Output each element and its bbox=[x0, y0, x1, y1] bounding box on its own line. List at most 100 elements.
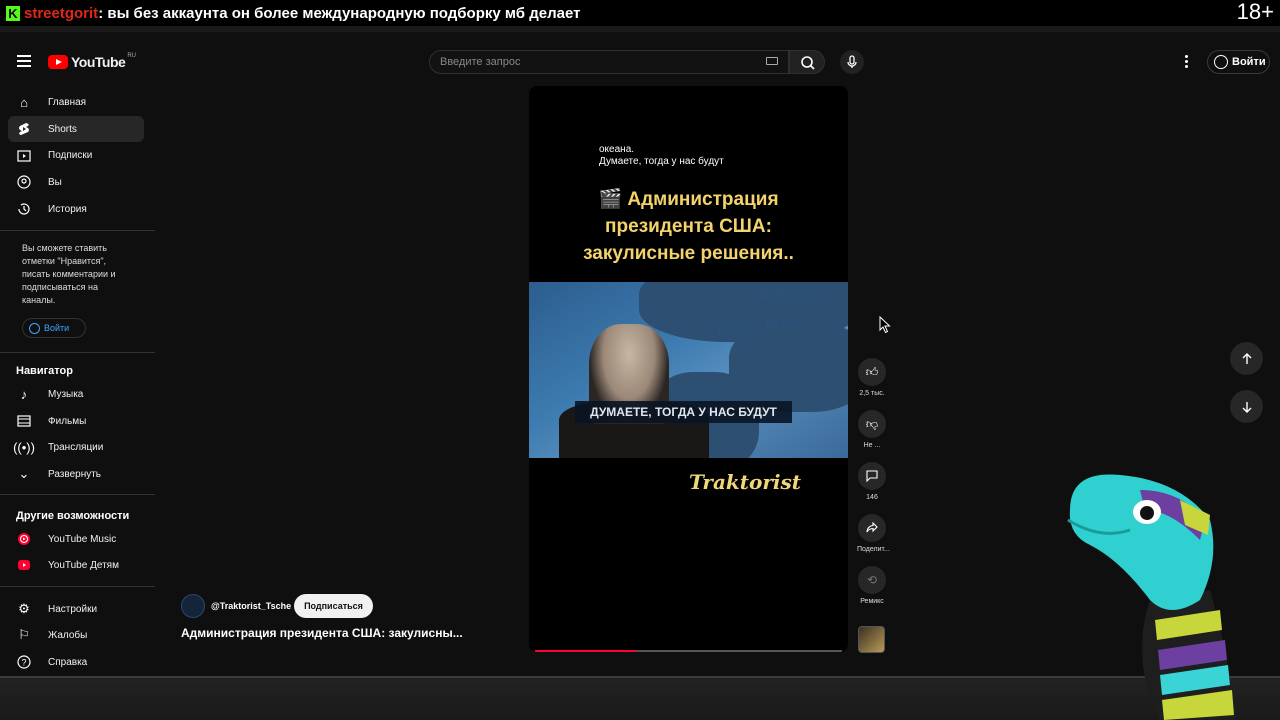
age-rating-badge: 18+ bbox=[1236, 0, 1274, 24]
sidebar-signin-button[interactable]: Войти bbox=[22, 318, 86, 338]
flag-icon: ⚐ bbox=[18, 627, 30, 642]
search-icon bbox=[801, 56, 815, 70]
chat-username: streetgorit bbox=[24, 4, 99, 22]
thumbs-down-icon: 👎︎ bbox=[858, 410, 886, 438]
home-icon: ⌂ bbox=[20, 94, 28, 110]
mouse-cursor-icon bbox=[879, 316, 891, 334]
sidebar-item-music[interactable]: ♪ Музыка bbox=[8, 381, 144, 407]
dislike-label: Не ... bbox=[863, 442, 881, 449]
channel-avatar[interactable] bbox=[181, 594, 205, 618]
menu-icon[interactable] bbox=[12, 52, 36, 72]
share-button[interactable]: Поделит... bbox=[857, 514, 890, 553]
voice-search-button[interactable] bbox=[840, 50, 864, 74]
sidebar-item-youtube-kids[interactable]: YouTube Детям bbox=[8, 552, 144, 578]
sidebar-item-shorts[interactable]: Shorts bbox=[8, 116, 144, 142]
map-label: IRAQ bbox=[717, 322, 752, 338]
sidebar-item-label: История bbox=[48, 203, 87, 215]
sidebar-item-settings[interactable]: ⚙ Настройки bbox=[8, 596, 144, 622]
remix-button[interactable]: ⟲ Ремикс bbox=[857, 566, 887, 605]
search-box bbox=[429, 50, 789, 74]
video-frame: EURASIA IRAQ IRAN AFRICA ДУМАЕТЕ, ТОГДА … bbox=[529, 282, 848, 458]
comments-count: 146 bbox=[866, 494, 878, 501]
youtube-play-icon bbox=[48, 55, 68, 69]
sidebar-item-report[interactable]: ⚐ Жалобы bbox=[8, 622, 144, 648]
map-label: IRAN bbox=[765, 316, 800, 332]
youtube-kids-icon bbox=[16, 557, 32, 573]
share-label: Поделит... bbox=[857, 546, 890, 553]
remix-icon: ⟲ bbox=[858, 566, 886, 594]
sidebar-item-label: Развернуть bbox=[48, 468, 102, 480]
chat-message: : вы без аккаунта он более международную… bbox=[98, 4, 581, 22]
sidebar-item-label: Трансляции bbox=[48, 441, 104, 453]
sidebar-item-label: Фильмы bbox=[48, 415, 87, 427]
logo-wordmark: YouTube bbox=[71, 54, 126, 70]
signin-label: Войти bbox=[1232, 56, 1266, 68]
arrow-up-icon bbox=[1242, 352, 1251, 364]
gear-icon: ⚙ bbox=[18, 601, 30, 616]
screen: K streetgorit : вы без аккаунта он более… bbox=[0, 0, 1280, 720]
sidebar-item-subscriptions[interactable]: Подписки bbox=[8, 142, 144, 168]
video-caption: океана. Думаете, тогда у нас будут bbox=[599, 144, 724, 168]
sidebar-item-label: Справка bbox=[48, 656, 88, 668]
headline-line: 🎬 Администрация bbox=[598, 189, 779, 210]
sidebar-item-label: Подписки bbox=[48, 149, 93, 161]
sidebar-item-history[interactable]: История bbox=[8, 196, 144, 222]
region-label: RU bbox=[127, 53, 136, 59]
sidebar-item-live[interactable]: ((•)) Трансляции bbox=[8, 434, 144, 460]
channel-name[interactable]: @Traktorist_Tsche bbox=[211, 601, 291, 611]
account-icon bbox=[1214, 55, 1228, 69]
sidebar-signin-label: Войти bbox=[44, 323, 70, 333]
sidebar-item-label: Главная bbox=[48, 96, 87, 108]
keyboard-icon[interactable] bbox=[766, 57, 778, 65]
search-button[interactable] bbox=[789, 50, 825, 74]
stream-chat-overlay: K streetgorit : вы без аккаунта он более… bbox=[0, 0, 1280, 26]
subscribe-button[interactable]: Подписаться bbox=[294, 594, 373, 618]
you-icon bbox=[16, 174, 32, 190]
like-count: 2,5 тыс. bbox=[859, 390, 885, 397]
sidebar-item-label: YouTube Детям bbox=[48, 559, 119, 571]
sidebar-item-label: Жалобы bbox=[48, 629, 88, 641]
sidebar-item-label: Музыка bbox=[48, 388, 84, 400]
sidebar-item-expand[interactable]: ⌄ Развернуть bbox=[8, 461, 144, 487]
account-icon bbox=[29, 322, 40, 334]
youtube-logo[interactable]: YouTube RU bbox=[48, 53, 136, 70]
map-label: EURASIA bbox=[759, 286, 823, 302]
svg-text:?: ? bbox=[21, 658, 26, 668]
microphone-icon bbox=[847, 55, 857, 68]
like-button[interactable]: 👍︎ 2,5 тыс. bbox=[857, 358, 887, 397]
sidebar-divider bbox=[0, 352, 155, 353]
settings-more-icon[interactable] bbox=[1184, 54, 1190, 70]
sound-thumbnail[interactable] bbox=[858, 626, 885, 653]
sidebar-item-you[interactable]: Вы bbox=[8, 169, 144, 195]
sidebar-item-home[interactable]: ⌂ Главная bbox=[8, 89, 144, 115]
sidebar-item-label: YouTube Music bbox=[48, 533, 117, 545]
shorts-icon bbox=[16, 121, 32, 137]
next-short-button[interactable] bbox=[1230, 390, 1263, 423]
sidebar: ⌂ Главная Shorts Подписки Вы История Вы … bbox=[0, 88, 160, 678]
music-icon: ♪ bbox=[20, 386, 28, 402]
dislike-button[interactable]: 👎︎ Не ... bbox=[857, 410, 887, 449]
caption-line: океана. bbox=[599, 144, 635, 155]
kick-logo-icon: K bbox=[6, 5, 20, 21]
headline-line: президента США: bbox=[605, 216, 772, 237]
arrow-down-icon bbox=[1242, 401, 1251, 413]
help-icon: ? bbox=[16, 654, 32, 670]
headline-line: закулисные решения.. bbox=[583, 243, 794, 264]
sidebar-item-youtube-music[interactable]: YouTube Music bbox=[8, 526, 144, 552]
video-subtitle: ДУМАЕТЕ, ТОГДА У НАС БУДУТ bbox=[575, 401, 792, 423]
short-video-player[interactable]: океана. Думаете, тогда у нас будут 🎬 Адм… bbox=[529, 86, 848, 652]
video-headline: 🎬 Администрация президента США: закулисн… bbox=[529, 186, 848, 267]
channel-watermark: Traktorist bbox=[689, 470, 801, 494]
signin-button[interactable]: Войти bbox=[1207, 50, 1270, 74]
search-input[interactable] bbox=[440, 56, 740, 68]
video-progress-bar[interactable] bbox=[535, 650, 842, 652]
short-title[interactable]: Администрация президента США: закулисны.… bbox=[181, 626, 463, 640]
comments-button[interactable]: 146 bbox=[857, 462, 887, 501]
sidebar-item-films[interactable]: Фильмы bbox=[8, 408, 144, 434]
chevron-down-icon: ⌄ bbox=[18, 466, 30, 481]
sidebar-item-label: Shorts bbox=[48, 123, 77, 135]
previous-short-button[interactable] bbox=[1230, 342, 1263, 375]
sidebar-item-label: Вы bbox=[48, 176, 62, 188]
thumbs-up-icon: 👍︎ bbox=[858, 358, 886, 386]
sidebar-item-help[interactable]: ? Справка bbox=[8, 649, 144, 675]
